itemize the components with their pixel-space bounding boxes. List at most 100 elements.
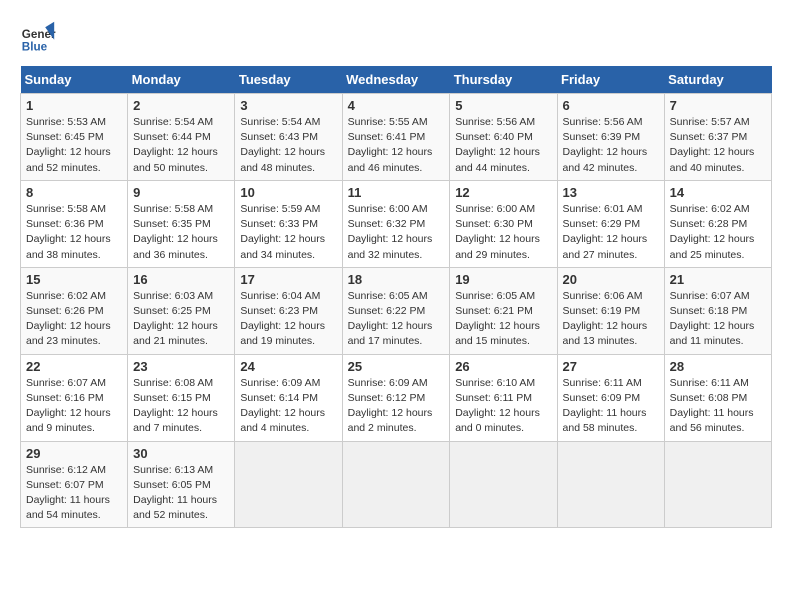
day-info: Sunrise: 6:11 AM Sunset: 6:08 PM Dayligh…	[670, 376, 766, 437]
calendar-cell: 25 Sunrise: 6:09 AM Sunset: 6:12 PM Dayli…	[342, 354, 450, 441]
weekday-header-saturday: Saturday	[664, 66, 771, 94]
day-number: 19	[455, 272, 551, 287]
day-number: 8	[26, 185, 122, 200]
weekday-header-row: SundayMondayTuesdayWednesdayThursdayFrid…	[21, 66, 772, 94]
day-info: Sunrise: 5:54 AM Sunset: 6:44 PM Dayligh…	[133, 115, 229, 176]
day-number: 10	[240, 185, 336, 200]
calendar-cell: 29 Sunrise: 6:12 AM Sunset: 6:07 PM Dayli…	[21, 441, 128, 528]
calendar-cell: 16 Sunrise: 6:03 AM Sunset: 6:25 PM Dayli…	[128, 267, 235, 354]
day-info: Sunrise: 5:59 AM Sunset: 6:33 PM Dayligh…	[240, 202, 336, 263]
calendar-cell: 27 Sunrise: 6:11 AM Sunset: 6:09 PM Dayli…	[557, 354, 664, 441]
calendar-week-4: 22Sunrise: 6:07 AM Sunset: 6:16 PM Dayli…	[21, 354, 772, 441]
day-info: Sunrise: 6:06 AM Sunset: 6:19 PM Dayligh…	[563, 289, 659, 350]
calendar-cell: 10 Sunrise: 5:59 AM Sunset: 6:33 PM Dayli…	[235, 180, 342, 267]
day-number: 29	[26, 446, 122, 461]
day-number: 7	[670, 98, 766, 113]
calendar-cell: 3 Sunrise: 5:54 AM Sunset: 6:43 PM Daylig…	[235, 94, 342, 181]
day-number: 12	[455, 185, 551, 200]
calendar-week-3: 15 Sunrise: 6:02 AM Sunset: 6:26 PM Dayli…	[21, 267, 772, 354]
calendar-cell: 23Sunrise: 6:08 AM Sunset: 6:15 PM Dayli…	[128, 354, 235, 441]
calendar-table: SundayMondayTuesdayWednesdayThursdayFrid…	[20, 66, 772, 528]
day-number: 5	[455, 98, 551, 113]
calendar-cell: 11 Sunrise: 6:00 AM Sunset: 6:32 PM Dayli…	[342, 180, 450, 267]
day-number: 16	[133, 272, 229, 287]
day-number: 25	[348, 359, 445, 374]
calendar-cell	[664, 441, 771, 528]
calendar-cell: 21 Sunrise: 6:07 AM Sunset: 6:18 PM Dayli…	[664, 267, 771, 354]
day-number: 27	[563, 359, 659, 374]
calendar-cell: 24Sunrise: 6:09 AM Sunset: 6:14 PM Dayli…	[235, 354, 342, 441]
day-number: 2	[133, 98, 229, 113]
logo: General Blue	[20, 20, 56, 56]
calendar-cell: 17 Sunrise: 6:04 AM Sunset: 6:23 PM Dayli…	[235, 267, 342, 354]
day-number: 15	[26, 272, 122, 287]
day-info: Sunrise: 5:56 AM Sunset: 6:39 PM Dayligh…	[563, 115, 659, 176]
calendar-week-5: 29 Sunrise: 6:12 AM Sunset: 6:07 PM Dayli…	[21, 441, 772, 528]
day-number: 11	[348, 185, 445, 200]
calendar-cell: 30 Sunrise: 6:13 AM Sunset: 6:05 PM Dayli…	[128, 441, 235, 528]
day-info: Sunrise: 6:11 AM Sunset: 6:09 PM Dayligh…	[563, 376, 659, 437]
calendar-cell	[450, 441, 557, 528]
weekday-header-thursday: Thursday	[450, 66, 557, 94]
weekday-header-wednesday: Wednesday	[342, 66, 450, 94]
day-number: 4	[348, 98, 445, 113]
calendar-cell	[342, 441, 450, 528]
calendar-cell: 6 Sunrise: 5:56 AM Sunset: 6:39 PM Daylig…	[557, 94, 664, 181]
day-info: Sunrise: 6:03 AM Sunset: 6:25 PM Dayligh…	[133, 289, 229, 350]
weekday-header-friday: Friday	[557, 66, 664, 94]
day-info: Sunrise: 6:02 AM Sunset: 6:28 PM Dayligh…	[670, 202, 766, 263]
day-info: Sunrise: 5:57 AM Sunset: 6:37 PM Dayligh…	[670, 115, 766, 176]
day-info: Sunrise: 6:01 AM Sunset: 6:29 PM Dayligh…	[563, 202, 659, 263]
weekday-header-tuesday: Tuesday	[235, 66, 342, 94]
day-info: Sunrise: 5:54 AM Sunset: 6:43 PM Dayligh…	[240, 115, 336, 176]
calendar-cell: 28Sunrise: 6:11 AM Sunset: 6:08 PM Dayli…	[664, 354, 771, 441]
calendar-week-2: 8 Sunrise: 5:58 AM Sunset: 6:36 PM Daylig…	[21, 180, 772, 267]
weekday-header-monday: Monday	[128, 66, 235, 94]
day-info: Sunrise: 6:04 AM Sunset: 6:23 PM Dayligh…	[240, 289, 336, 350]
day-number: 13	[563, 185, 659, 200]
day-number: 26	[455, 359, 551, 374]
calendar-cell: 2 Sunrise: 5:54 AM Sunset: 6:44 PM Daylig…	[128, 94, 235, 181]
day-number: 21	[670, 272, 766, 287]
day-info: Sunrise: 6:02 AM Sunset: 6:26 PM Dayligh…	[26, 289, 122, 350]
calendar-cell	[557, 441, 664, 528]
day-number: 23	[133, 359, 229, 374]
day-info: Sunrise: 6:00 AM Sunset: 6:30 PM Dayligh…	[455, 202, 551, 263]
day-number: 22	[26, 359, 122, 374]
calendar-cell	[235, 441, 342, 528]
calendar-cell: 1 Sunrise: 5:53 AM Sunset: 6:45 PM Daylig…	[21, 94, 128, 181]
calendar-cell: 20Sunrise: 6:06 AM Sunset: 6:19 PM Dayli…	[557, 267, 664, 354]
day-number: 14	[670, 185, 766, 200]
day-info: Sunrise: 5:56 AM Sunset: 6:40 PM Dayligh…	[455, 115, 551, 176]
calendar-week-1: 1 Sunrise: 5:53 AM Sunset: 6:45 PM Daylig…	[21, 94, 772, 181]
day-info: Sunrise: 6:05 AM Sunset: 6:22 PM Dayligh…	[348, 289, 445, 350]
page-header: General Blue	[20, 20, 772, 56]
day-info: Sunrise: 5:58 AM Sunset: 6:36 PM Dayligh…	[26, 202, 122, 263]
day-number: 1	[26, 98, 122, 113]
day-info: Sunrise: 6:13 AM Sunset: 6:05 PM Dayligh…	[133, 463, 229, 524]
day-info: Sunrise: 6:07 AM Sunset: 6:18 PM Dayligh…	[670, 289, 766, 350]
day-info: Sunrise: 6:12 AM Sunset: 6:07 PM Dayligh…	[26, 463, 122, 524]
day-number: 3	[240, 98, 336, 113]
day-number: 17	[240, 272, 336, 287]
day-number: 9	[133, 185, 229, 200]
day-number: 6	[563, 98, 659, 113]
calendar-cell: 18Sunrise: 6:05 AM Sunset: 6:22 PM Dayli…	[342, 267, 450, 354]
calendar-cell: 8 Sunrise: 5:58 AM Sunset: 6:36 PM Daylig…	[21, 180, 128, 267]
calendar-cell: 14 Sunrise: 6:02 AM Sunset: 6:28 PM Dayli…	[664, 180, 771, 267]
calendar-cell: 7 Sunrise: 5:57 AM Sunset: 6:37 PM Daylig…	[664, 94, 771, 181]
day-info: Sunrise: 6:00 AM Sunset: 6:32 PM Dayligh…	[348, 202, 445, 263]
day-info: Sunrise: 6:09 AM Sunset: 6:14 PM Dayligh…	[240, 376, 336, 437]
day-info: Sunrise: 6:09 AM Sunset: 6:12 PM Dayligh…	[348, 376, 445, 437]
calendar-cell: 15 Sunrise: 6:02 AM Sunset: 6:26 PM Dayli…	[21, 267, 128, 354]
day-info: Sunrise: 5:55 AM Sunset: 6:41 PM Dayligh…	[348, 115, 445, 176]
day-info: Sunrise: 6:05 AM Sunset: 6:21 PM Dayligh…	[455, 289, 551, 350]
calendar-cell: 13 Sunrise: 6:01 AM Sunset: 6:29 PM Dayli…	[557, 180, 664, 267]
calendar-cell: 22Sunrise: 6:07 AM Sunset: 6:16 PM Dayli…	[21, 354, 128, 441]
logo-icon: General Blue	[20, 20, 56, 56]
day-number: 30	[133, 446, 229, 461]
calendar-cell: 26Sunrise: 6:10 AM Sunset: 6:11 PM Dayli…	[450, 354, 557, 441]
calendar-cell: 12 Sunrise: 6:00 AM Sunset: 6:30 PM Dayli…	[450, 180, 557, 267]
day-info: Sunrise: 5:53 AM Sunset: 6:45 PM Dayligh…	[26, 115, 122, 176]
weekday-header-sunday: Sunday	[21, 66, 128, 94]
